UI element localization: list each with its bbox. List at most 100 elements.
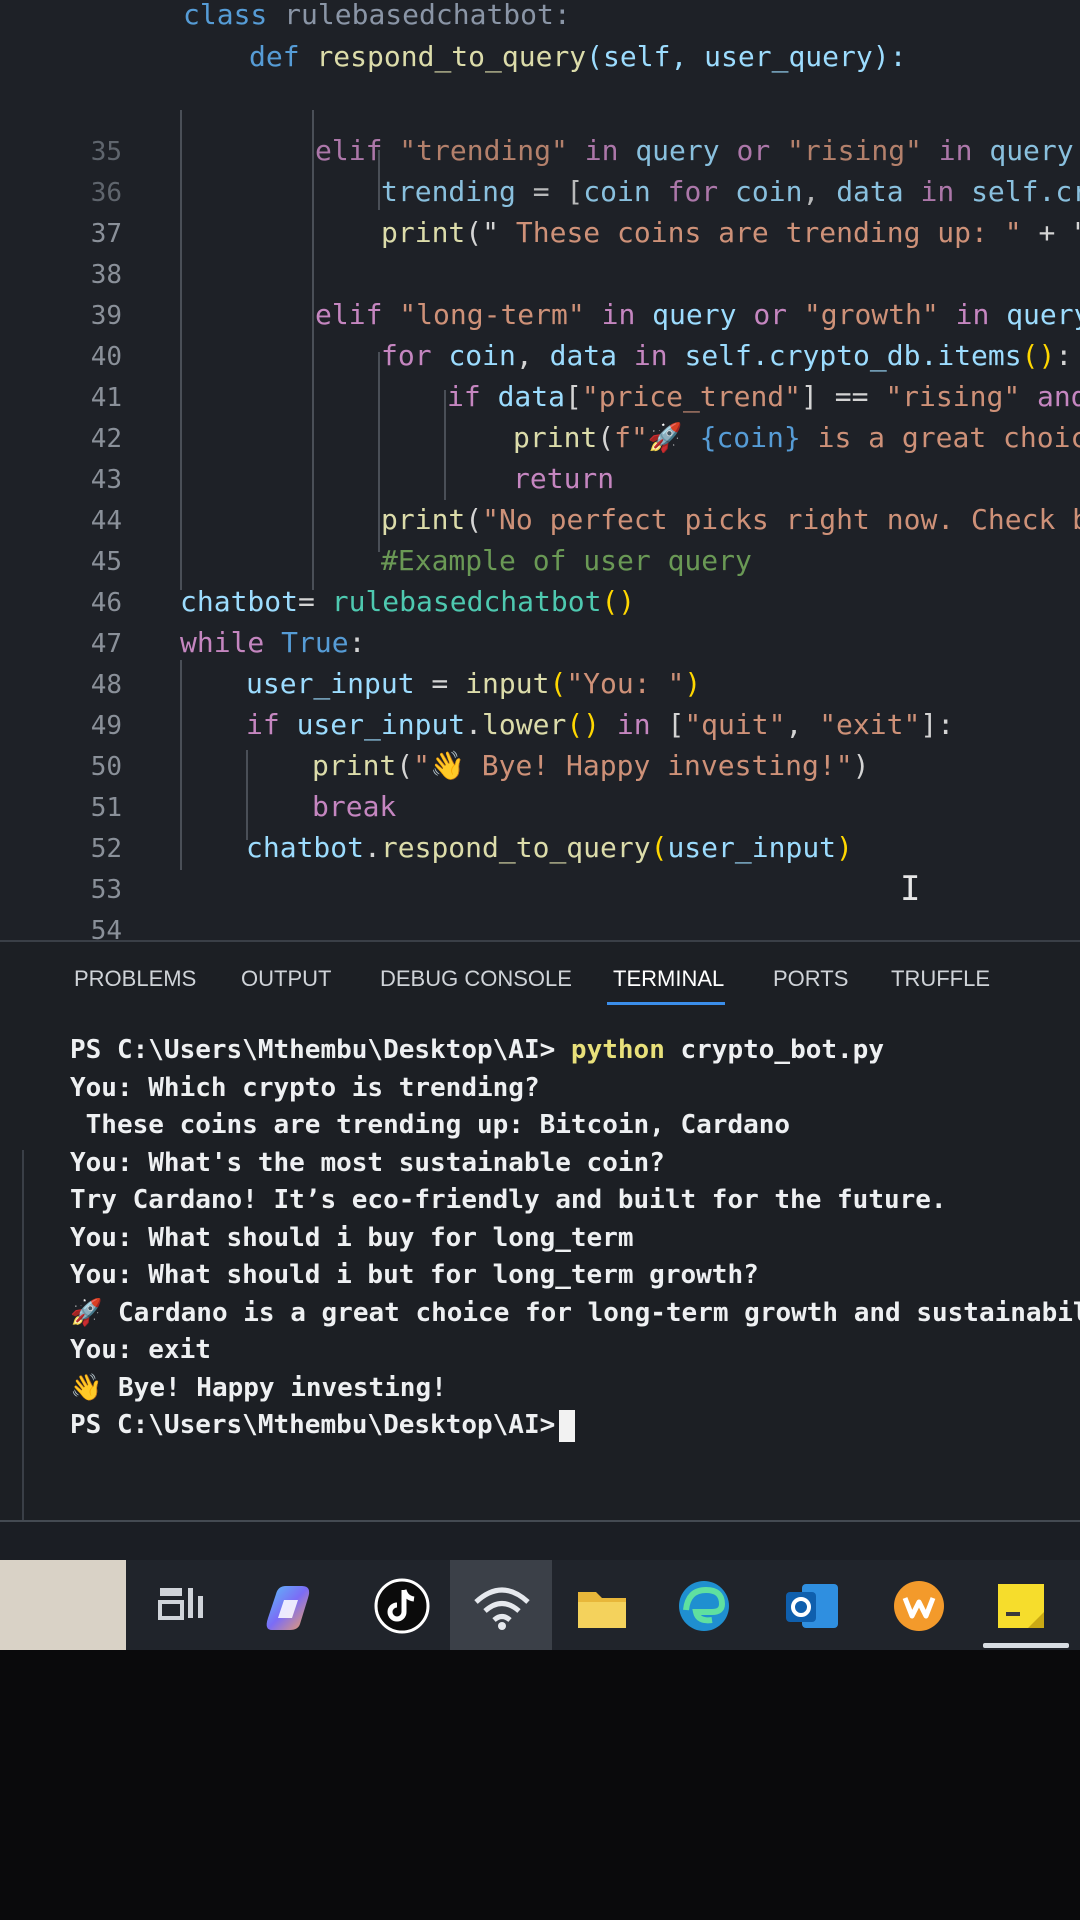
code-token: "👋 Bye! Happy investing!" <box>413 749 852 782</box>
code-token: "quit" <box>684 708 785 741</box>
code-token: input <box>465 667 549 700</box>
active-app-indicator <box>983 1643 1069 1648</box>
terminal-line: You: Which crypto is trending? <box>70 1072 540 1103</box>
code-line: print("👋 Bye! Happy investing!") <box>312 749 869 782</box>
tiktok-button[interactable] <box>360 1570 450 1640</box>
code-token: user_input <box>667 831 836 865</box>
tab-ports[interactable]: PORTS <box>773 966 848 992</box>
terminal-line: You: exit <box>70 1335 211 1365</box>
code-token: user_input <box>246 667 415 701</box>
code-token: if <box>447 380 498 413</box>
code-token: elif <box>315 298 399 331</box>
code-token: True <box>281 626 348 659</box>
code-token: () <box>566 708 600 741</box>
edge-button[interactable] <box>660 1570 750 1640</box>
terminal-line: 🚀 Cardano is a great choice for long-ter… <box>70 1297 1080 1328</box>
code-token: coin <box>583 175 650 208</box>
code-line: for coin, data in self.crypto_db.items()… <box>381 339 1072 373</box>
code-line: elif "long-term" in query or "growth" in… <box>315 298 1080 331</box>
code-token: These coins are trending up: " <box>499 216 1022 249</box>
code-token: query <box>652 298 736 331</box>
tiktok-icon <box>374 1578 430 1634</box>
code-token: return <box>513 462 614 495</box>
code-token: for <box>651 175 735 208</box>
task-view-button[interactable] <box>140 1570 230 1640</box>
code-line: user_input = input("You: ") <box>246 667 701 701</box>
code-token: trending <box>381 175 516 208</box>
code-line: print(f"🚀 {coin} is a great choic <box>513 421 1080 454</box>
code-token: "exit" <box>819 708 920 741</box>
command-program: python <box>570 1035 665 1065</box>
code-token: . <box>465 708 482 741</box>
code-token: chatbot <box>246 831 364 864</box>
terminal-line: Try Cardano! It’s eco-friendly and built… <box>70 1185 947 1215</box>
code-token: in <box>939 298 1006 331</box>
code-token: in <box>904 175 971 208</box>
code-token: if <box>246 708 297 741</box>
code-token: "growth" <box>804 298 939 331</box>
code-token: "No perfect picks right now. Check ba <box>482 503 1080 536</box>
code-token: break <box>312 790 396 823</box>
code-token: ( <box>549 667 566 700</box>
code-token: () <box>1022 339 1056 372</box>
code-token: in <box>617 339 684 372</box>
tab-output[interactable]: OUTPUT <box>241 966 331 992</box>
tab-truffle[interactable]: TRUFFLE <box>891 966 990 992</box>
code-token: coin <box>735 175 802 208</box>
code-token: chatbot <box>180 585 298 618</box>
code-token: "rising" <box>787 134 922 167</box>
code-token: , <box>785 708 819 741</box>
code-token: elif <box>315 134 399 167</box>
tab-debug-console[interactable]: DEBUG CONSOLE <box>380 966 572 992</box>
terminal-cursor <box>559 1409 576 1442</box>
code-editor[interactable]: class rulebasedchatbot: def respond_to_q… <box>0 0 1080 940</box>
code-token: [ <box>565 380 582 413</box>
panel-divider <box>22 1150 24 1520</box>
file-explorer-button[interactable] <box>560 1570 650 1640</box>
copilot-button[interactable] <box>250 1570 340 1640</box>
code-token: , <box>802 175 836 208</box>
code-token: or <box>720 134 787 167</box>
code-token: data <box>550 339 617 372</box>
tab-terminal[interactable]: TERMINAL <box>613 966 724 992</box>
code-token: = <box>298 585 332 618</box>
code-token: , <box>516 339 550 372</box>
code-token: ] == <box>801 380 885 413</box>
desktop-preview-thumbnail[interactable] <box>0 1560 126 1650</box>
code-token: f"🚀 <box>614 421 699 454</box>
copilot-icon <box>266 1586 310 1630</box>
code-token: : <box>1055 339 1072 372</box>
code-token: + " <box>1022 216 1080 249</box>
code-token: ( <box>651 831 668 864</box>
code-token: = <box>415 667 466 700</box>
code-token: and <box>1020 380 1080 413</box>
wps-office-button[interactable] <box>875 1570 965 1640</box>
code-token: or <box>736 298 803 331</box>
terminal-output[interactable]: PS C:\Users\Mthembu\Desktop\AI> python c… <box>70 1032 1080 1445</box>
terminal-line: 👋 Bye! Happy investing! <box>70 1372 447 1403</box>
code-token: rulebasedchatbot <box>332 585 602 618</box>
code-token: coin <box>448 339 515 372</box>
code-token: . <box>364 831 381 864</box>
code-lines: elif "trending" in query or "rising" in … <box>180 134 1080 865</box>
code-token: ( <box>597 421 614 454</box>
taskbar <box>0 1560 1080 1650</box>
code-line: elif "trending" in query or "rising" in … <box>315 134 1080 167</box>
code-token: in <box>922 134 989 167</box>
code-token: ( <box>465 503 482 536</box>
wifi-button[interactable] <box>456 1570 546 1640</box>
code-token: = [ <box>516 175 583 208</box>
code-token: () <box>601 585 635 618</box>
code-token: is a great choic <box>801 421 1080 454</box>
code-token: #Example of user query <box>381 544 752 577</box>
code-line: break <box>312 790 396 823</box>
sticky-notes-button[interactable] <box>980 1570 1070 1640</box>
code-line: #Example of user query <box>381 544 752 577</box>
code-token: ) <box>853 749 870 782</box>
code-token: "price_trend" <box>582 380 801 414</box>
code-token: for <box>381 339 448 372</box>
code-token: (" <box>465 216 499 249</box>
code-token: {coin} <box>700 421 801 454</box>
outlook-button[interactable] <box>770 1570 860 1640</box>
tab-problems[interactable]: PROBLEMS <box>74 966 196 992</box>
